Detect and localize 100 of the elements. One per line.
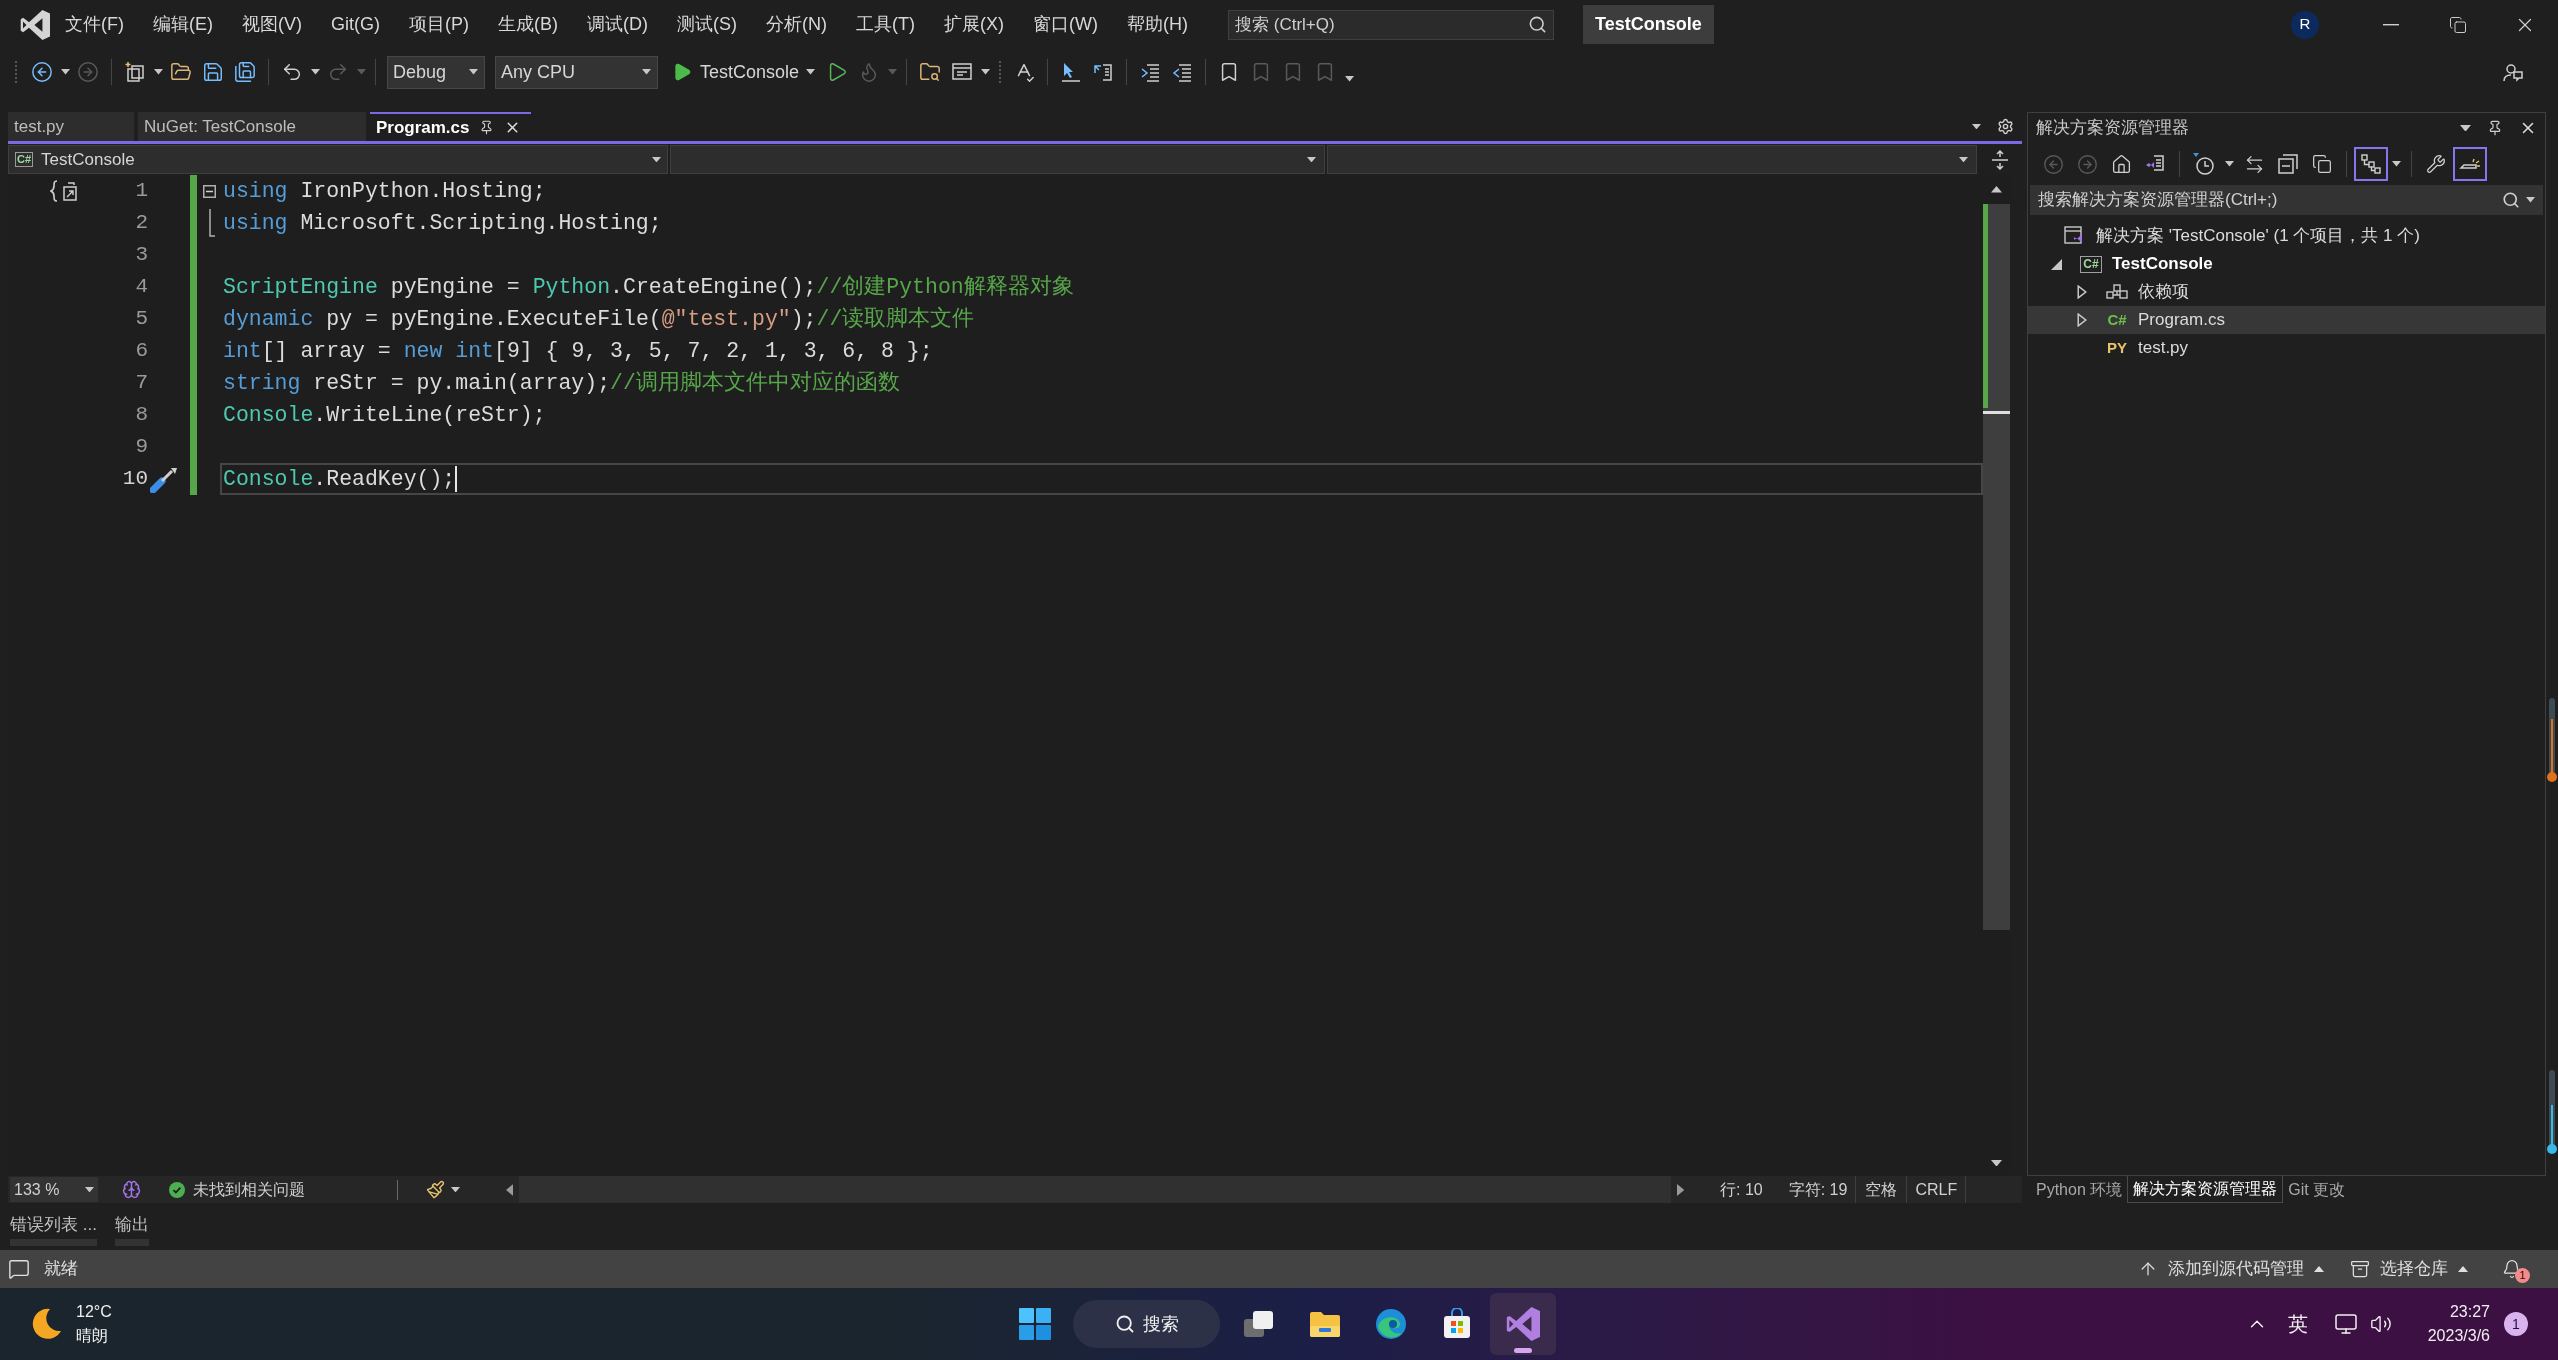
menu-item[interactable]: 窗口(W) [1032,11,1098,38]
code-cleanup-button[interactable] [426,1180,460,1199]
caret-icon[interactable] [1959,156,1968,163]
menu-item[interactable]: 测试(S) [677,11,737,38]
pin-icon[interactable] [479,120,495,135]
settings-icon[interactable] [1997,118,2014,135]
collapse-toggle-icon[interactable] [203,184,216,198]
tree-view-button[interactable] [2354,147,2388,181]
code-line: ScriptEngine pyEngine = Python.CreateEngine();//创建Python解释器对象 [223,273,1074,301]
menu-item[interactable]: 调试(D) [587,11,648,38]
project-dropdown[interactable]: C# TestConsole [8,145,668,174]
configuration-dropdown[interactable]: Debug [387,55,485,89]
caret-icon[interactable] [2458,1266,2468,1272]
input-language-indicator[interactable]: 英 [2287,1309,2308,1339]
menu-item[interactable]: 工具(T) [856,11,915,38]
notifications-button[interactable]: 1 [2502,1255,2528,1283]
menu-item[interactable]: 视图(V) [242,11,302,38]
caret-icon[interactable] [60,69,70,75]
panel-tab[interactable]: Git 更改 [2283,1176,2351,1203]
indentation-button[interactable]: 空格 [1855,1176,1908,1203]
caret-icon[interactable] [805,69,815,75]
search-icon [1114,1314,1135,1334]
split-window-icon[interactable] [1991,149,2009,170]
platform-dropdown[interactable]: Any CPU [495,55,658,89]
grip-icon[interactable] [998,60,1003,84]
search-input[interactable]: 搜索解决方案资源管理器(Ctrl+;) [2038,187,2496,213]
caret-icon[interactable] [85,1186,94,1193]
scroll-left-arrow-icon[interactable] [506,1183,514,1196]
caret-icon[interactable] [310,69,320,75]
panel-tab[interactable]: Python 环境 [2031,1176,2128,1203]
panel-tab[interactable]: 解决方案资源管理器 [2127,1176,2284,1203]
minimize-icon [2382,23,2399,26]
caret-icon[interactable] [2526,197,2535,203]
account-avatar[interactable]: R [2291,10,2319,39]
connected-boxes-icon [2106,283,2128,301]
line-number: 2 [135,210,148,237]
caret-icon[interactable] [1307,156,1316,163]
clock[interactable]: 23:27 2023/3/6 [2427,1300,2490,1348]
tree-item[interactable]: C# Program.cs [2028,306,2545,334]
preview-button[interactable] [2453,147,2487,181]
monitor-icon[interactable] [2333,1312,2358,1336]
tree-item[interactable]: C# TestConsole [2028,250,2545,278]
zoom-dropdown[interactable]: 133 % [10,1177,98,1202]
weather-temperature: 12°C [76,1302,112,1322]
start-button[interactable]: TestConsole [672,58,800,86]
notification-count[interactable]: 1 [2504,1312,2528,1336]
shopping-bag-icon [1441,1308,1473,1340]
undo-icon [281,61,303,83]
menu-item[interactable]: 生成(B) [498,11,558,38]
collapsed-arrow-icon[interactable] [2077,313,2087,327]
caret-icon[interactable] [1345,76,1355,82]
caret-icon[interactable] [2460,124,2471,132]
editor-tab[interactable]: NuGet: TestConsole [138,112,366,141]
search-box[interactable]: 搜索 (Ctrl+Q) [1228,9,1554,40]
project-type-label: C# [15,152,34,167]
line-number: 4 [135,274,148,301]
menu-item[interactable]: 帮助(H) [1126,11,1188,38]
caret-icon[interactable] [1972,123,1981,130]
search-box[interactable]: 搜索解决方案资源管理器(Ctrl+;) [2030,185,2543,215]
speaker-icon[interactable] [2369,1313,2392,1335]
line-ending-button[interactable]: CRLF [1907,1176,1967,1203]
weather-condition: 晴朗 [76,1326,109,1346]
search-input[interactable]: 搜索 (Ctrl+Q) [1235,11,1528,38]
caret-icon[interactable] [153,69,163,75]
caret-icon[interactable] [469,69,478,75]
caret-icon[interactable] [642,69,651,75]
caret-icon[interactable] [451,1186,460,1193]
screwdriver-icon[interactable] [150,465,180,493]
pin-icon[interactable] [2487,120,2503,136]
issues-indicator[interactable]: 未找到相关问题 [169,1177,305,1202]
solution-name-label: TestConsole [1583,5,1714,44]
document-arrow-icon [1092,61,1115,83]
select-repository-button[interactable]: 选择仓库 [2350,1256,2468,1282]
save-icon [202,61,224,83]
menu-item[interactable]: 编辑(E) [153,11,213,38]
tree-item[interactable]: PY test.py [2028,334,2545,362]
editor-tab[interactable]: test.py [8,112,135,141]
caret-icon[interactable] [652,156,661,163]
caret-icon[interactable] [2224,161,2234,167]
lines-arrow-icon [1171,61,1194,83]
caret-icon[interactable] [980,69,990,75]
menu-item[interactable]: 文件(F) [65,11,124,38]
line-number: 3 [135,242,148,269]
taskbar-search-button[interactable]: 搜索 [1073,1300,1220,1348]
expanded-arrow-icon[interactable] [2050,258,2062,270]
menu-item[interactable]: 分析(N) [766,11,827,38]
tree-item[interactable]: 依赖项 [2028,278,2545,306]
menu-item[interactable]: Git(G) [331,11,380,38]
scroll-down-arrow-icon[interactable] [1991,1159,2002,1167]
scroll-up-arrow-icon[interactable] [1991,186,2002,193]
grip-icon[interactable] [14,60,18,84]
add-to-source-control-button[interactable]: 添加到源代码管理 [2138,1256,2324,1282]
menu-item[interactable]: 项目(P) [409,11,469,38]
ribbon-logo-icon [1506,1307,1540,1341]
menu-item[interactable]: 扩展(X) [943,11,1004,38]
collapsed-arrow-icon[interactable] [2077,285,2087,299]
caret-icon[interactable] [2314,1266,2324,1272]
caret-icon[interactable] [2391,161,2401,167]
tree-item[interactable]: 解决方案 'TestConsole' (1 个项目，共 1 个) [2028,222,2545,250]
scroll-right-arrow-icon[interactable] [1676,1183,1684,1196]
